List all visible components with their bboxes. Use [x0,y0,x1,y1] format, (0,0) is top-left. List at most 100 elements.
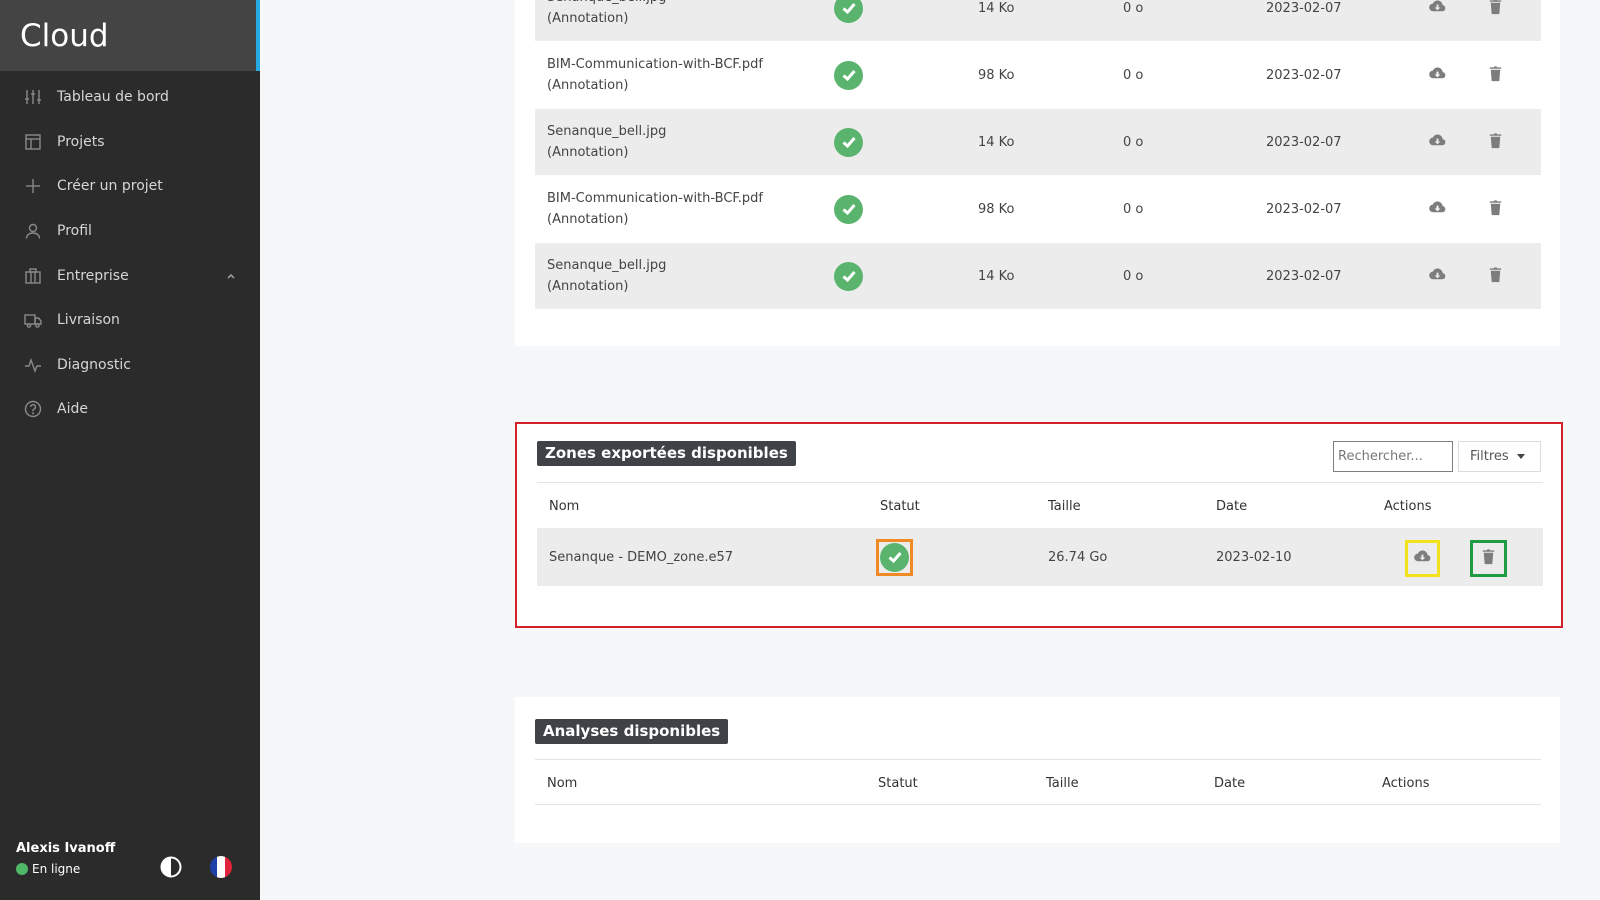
file-date: 2023-02-07 [1266,134,1342,150]
file-name: BIM-Communication-with-BCF.pdf (Annotatio… [547,57,763,93]
col-size: Taille [1048,499,1081,514]
status-success-icon [834,261,863,291]
file-size-secondary: 0 o [1123,268,1144,284]
caret-down-icon [1516,454,1525,459]
table-row: BIM-Communication-with-BCF.pdf (Annotatio… [535,176,1541,243]
file-size: 14 Ko [978,0,1015,16]
zone-name: Senanque - DEMO_zone.e57 [549,549,733,565]
table-row: Senanque_bell.jpg(Annotation) 14 Ko 0 o … [535,109,1541,176]
app-title: Cloud [20,17,109,54]
cloud-download-icon[interactable] [1428,0,1447,20]
status-success-icon [834,127,863,157]
trash-icon[interactable] [1486,265,1505,288]
file-name: Senanque_bell.jpg(Annotation) [547,0,666,26]
user-status: En ligne [16,862,115,876]
cloud-download-icon[interactable] [1428,198,1447,221]
sidebar-item-delivery[interactable]: Livraison [0,298,260,343]
sidebar-item-label: Créer un projet [57,178,163,195]
col-size: Taille [1046,776,1079,791]
user-panel[interactable]: Alexis Ivanoff En ligne [16,841,115,876]
sidebar: Cloud Tableau de bord Projets Créer un p… [0,0,260,900]
col-date: Date [1214,776,1246,791]
cloud-download-icon[interactable] [1428,265,1447,288]
sidebar-item-label: Diagnostic [57,356,131,373]
file-size: 14 Ko [978,134,1015,150]
help-icon [23,400,42,419]
sidebar-item-projects[interactable]: Projets [0,120,260,165]
file-size-secondary: 0 o [1123,134,1144,150]
file-date: 2023-02-07 [1266,67,1342,83]
analyses-card: Analyses disponibles Nom Statut Taille D… [515,697,1560,843]
sidebar-item-label: Entreprise [57,267,129,284]
zone-date: 2023-02-10 [1216,549,1292,565]
table-row: Senanque_bell.jpg(Annotation) 14 Ko 0 o … [535,243,1541,310]
sidebar-item-create-project[interactable]: Créer un projet [0,164,260,209]
cloud-download-icon[interactable] [1405,540,1440,577]
status-success-icon [880,542,909,572]
sidebar-item-label: Profil [57,223,92,240]
section-title: Zones exportées disponibles [537,441,796,466]
col-actions: Actions [1384,499,1432,514]
file-name: Senanque_bell.jpg(Annotation) [547,258,667,294]
status-success-icon [834,0,863,23]
table-row: Senanque - DEMO_zone.e57 26.74 Go 2023-0… [537,528,1543,587]
user-status-label: En ligne [32,862,81,876]
status-cell [876,538,913,576]
sidebar-item-profile[interactable]: Profil [0,209,260,254]
col-name: Nom [549,499,580,514]
section-title: Analyses disponibles [535,719,729,744]
zone-size: 26.74 Go [1048,549,1108,565]
sidebar-item-diagnostic[interactable]: Diagnostic [0,343,260,388]
col-status: Statut [878,776,918,791]
table-row: BIM-Communication-with-BCF.pdf (Annotatio… [535,42,1541,109]
file-name: BIM-Communication-with-BCF.pdf (Annotatio… [547,191,763,227]
status-success-icon [834,60,863,90]
cloud-download-icon[interactable] [1428,64,1447,87]
sidebar-item-label: Aide [57,401,88,418]
sidebar-item-dashboard[interactable]: Tableau de bord [0,75,260,120]
filters-dropdown[interactable]: Filtres [1458,441,1541,472]
filters-label: Filtres [1470,449,1509,464]
file-size: 14 Ko [978,268,1015,284]
table-header: Nom Statut Taille Date Actions [535,759,1541,805]
layout-icon [23,132,42,151]
online-indicator [16,863,28,875]
col-status: Statut [880,499,920,514]
plus-icon [23,177,42,196]
brand[interactable]: Cloud [0,0,260,71]
table-row: Senanque_bell.jpg(Annotation) 14 Ko 0 o … [535,0,1541,42]
status-success-icon [834,194,863,224]
sidebar-item-label: Tableau de bord [57,89,169,106]
col-date: Date [1216,499,1248,514]
building-icon [23,266,42,285]
trash-icon[interactable] [1486,0,1505,20]
trash-icon[interactable] [1486,131,1505,154]
trash-icon[interactable] [1470,540,1507,577]
chevron-up-icon[interactable] [226,269,236,285]
sidebar-item-company[interactable]: Entreprise [0,253,260,298]
search-input[interactable] [1333,441,1453,472]
sidebar-item-label: Livraison [57,312,120,329]
user-icon [23,222,42,241]
file-date: 2023-02-07 [1266,0,1342,16]
file-size-secondary: 0 o [1123,0,1144,16]
cloud-download-icon[interactable] [1428,131,1447,154]
file-size-secondary: 0 o [1123,67,1144,83]
table-header: Nom Statut Taille Date Actions [537,482,1543,528]
sidebar-nav: Tableau de bord Projets Créer un projet … [0,75,260,432]
col-name: Nom [547,776,578,791]
file-size-secondary: 0 o [1123,201,1144,217]
sidebar-item-label: Projets [57,133,105,150]
file-size: 98 Ko [978,67,1015,83]
pulse-icon [23,355,42,374]
file-date: 2023-02-07 [1266,268,1342,284]
user-name: Alexis Ivanoff [16,841,116,856]
col-actions: Actions [1382,776,1430,791]
sliders-icon [23,88,42,107]
contrast-toggle-icon[interactable] [160,856,182,878]
language-flag-icon[interactable] [210,856,232,878]
trash-icon[interactable] [1486,64,1505,87]
exported-zones-card: Zones exportées disponibles Filtres Nom … [515,422,1563,628]
sidebar-item-help[interactable]: Aide [0,387,260,432]
trash-icon[interactable] [1486,198,1505,221]
